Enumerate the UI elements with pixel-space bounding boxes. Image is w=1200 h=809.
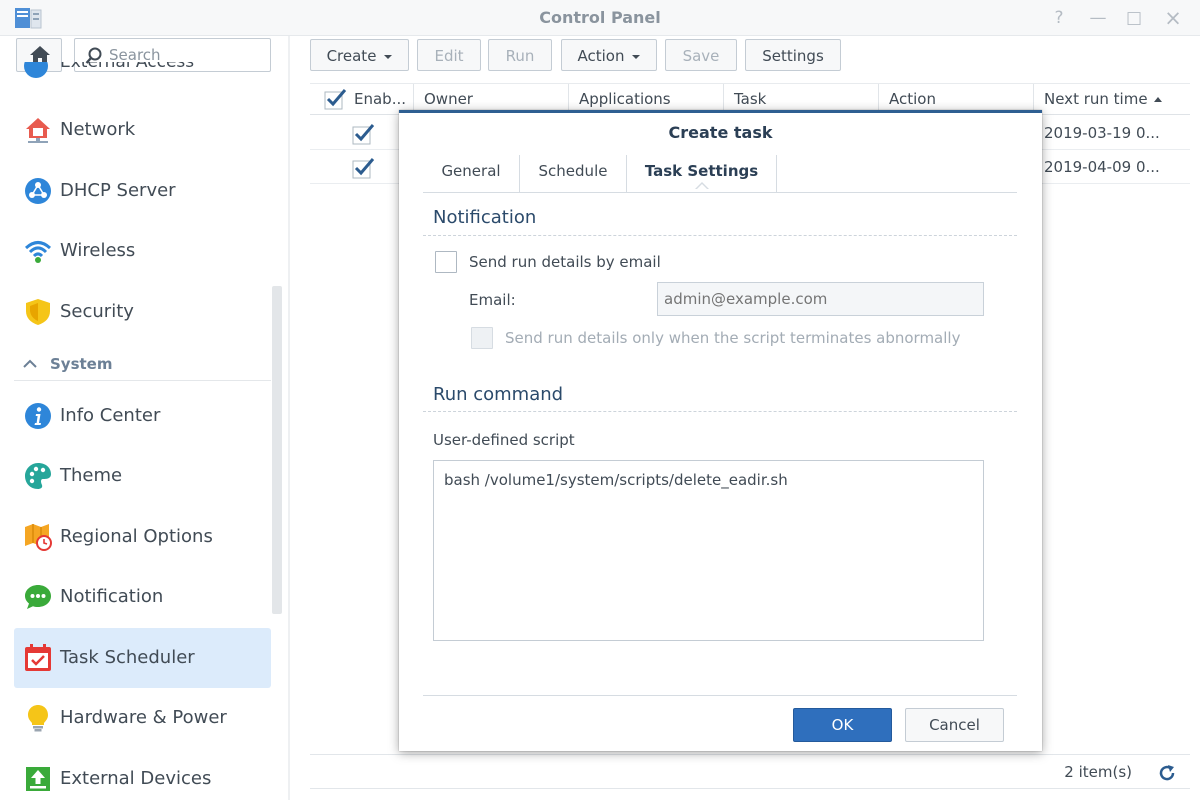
sort-ascending-icon: [1153, 97, 1162, 102]
sidebar-item-network[interactable]: Network: [14, 100, 271, 160]
settings-button[interactable]: Settings: [745, 39, 841, 71]
script-label: User-defined script: [433, 431, 575, 449]
sidebar-item-regional-options[interactable]: Regional Options: [14, 507, 271, 567]
run-command-section-rule: [423, 411, 1017, 412]
sidebar-item-label: Info Center: [60, 405, 161, 426]
active-tab-indicator-fill: [696, 184, 708, 190]
house-network-icon: [26, 118, 50, 143]
sidebar-item-label: Regional Options: [60, 526, 213, 547]
dialog-footer-rule: [423, 695, 1017, 696]
sidebar-item-label: Task Scheduler: [60, 647, 195, 668]
cancel-button[interactable]: Cancel: [905, 708, 1004, 742]
edit-button[interactable]: Edit: [417, 39, 481, 71]
sidebar-item-hardware-power[interactable]: Hardware & Power: [14, 688, 271, 748]
item-count: 2 item(s): [1064, 763, 1132, 781]
email-label: Email:: [469, 291, 516, 309]
title-bar: Control Panel ? — □ ×: [0, 0, 1200, 36]
maximize-button[interactable]: □: [1122, 6, 1146, 30]
chat-bubble-icon: [25, 585, 51, 609]
help-button[interactable]: ?: [1047, 6, 1071, 30]
minimize-button[interactable]: —: [1086, 6, 1110, 30]
ok-button[interactable]: OK: [793, 708, 892, 742]
tab-general[interactable]: General: [423, 155, 520, 192]
abnormal-only-label: Send run details only when the script te…: [505, 329, 961, 347]
section-header-system[interactable]: System: [14, 348, 271, 381]
sidebar-item-label: Network: [60, 119, 136, 140]
next-run-cell: 2019-03-19 0...: [1044, 124, 1160, 142]
next-run-cell: 2019-04-09 0...: [1044, 158, 1160, 176]
dialog-title: Create task: [668, 123, 773, 142]
section-label: System: [50, 355, 113, 373]
sidebar-item-external-devices[interactable]: External Devices: [14, 749, 271, 809]
action-button[interactable]: Action: [561, 39, 657, 71]
run-button[interactable]: Run: [488, 39, 552, 71]
sidebar-item-label: External Devices: [60, 768, 212, 789]
sidebar-item-label: Hardware & Power: [60, 707, 227, 728]
dialog-tabs: General Schedule Task Settings: [423, 155, 1017, 193]
window-title: Control Panel: [539, 8, 661, 27]
send-email-label: Send run details by email: [469, 253, 661, 271]
abnormal-only-checkbox[interactable]: [471, 327, 493, 349]
sidebar-item-wireless[interactable]: Wireless: [14, 221, 271, 281]
grid-footer: 2 item(s): [310, 754, 1190, 788]
upload-icon: [26, 767, 50, 791]
notification-section-rule: [423, 235, 1017, 236]
calendar-check-icon: [25, 644, 51, 671]
map-clock-icon: [25, 524, 52, 551]
send-email-checkbox[interactable]: [435, 251, 457, 273]
create-task-dialog: Create task General Schedule Task Settin…: [399, 110, 1042, 751]
script-textarea[interactable]: bash /volume1/system/scripts/delete_eadi…: [433, 460, 984, 641]
sidebar-item-notification[interactable]: Notification: [14, 567, 271, 627]
checkmark-icon: [324, 89, 347, 110]
email-field[interactable]: [657, 282, 984, 316]
globe-icon: [24, 62, 48, 78]
sidebar-item-label: Theme: [60, 465, 123, 486]
sidebar-item-label: External Access: [60, 62, 195, 72]
checkbox-checked-icon[interactable]: [352, 157, 376, 179]
close-button[interactable]: ×: [1161, 6, 1185, 30]
sidebar-item-label: Wireless: [60, 240, 136, 261]
run-command-section-title: Run command: [433, 384, 564, 405]
sidebar-item-theme[interactable]: Theme: [14, 446, 271, 506]
lightbulb-icon: [28, 705, 48, 732]
bottom-border: [310, 788, 1190, 789]
sidebar-item-task-scheduler[interactable]: Task Scheduler: [14, 628, 271, 688]
sidebar-scrollbar[interactable]: [272, 286, 282, 614]
refresh-icon[interactable]: [1158, 764, 1176, 782]
wifi-icon: [24, 241, 52, 263]
palette-icon: [25, 463, 51, 489]
sidebar-divider: [288, 36, 290, 800]
sidebar: External Access Network DHCP Server Wire: [0, 36, 290, 800]
caret-down-icon: [632, 54, 641, 59]
create-button[interactable]: Create: [310, 39, 409, 71]
create-button-label: Create: [326, 47, 377, 65]
chevron-up-icon: [23, 359, 37, 368]
sidebar-item-label: Security: [60, 301, 134, 322]
sidebar-item-dhcp-server[interactable]: DHCP Server: [14, 161, 271, 221]
sidebar-item-security[interactable]: Security: [14, 282, 271, 342]
column-label: Next run time: [1044, 90, 1148, 108]
sidebar-item-label: Notification: [60, 586, 164, 607]
shield-icon: [26, 299, 50, 325]
notification-section-title: Notification: [433, 207, 537, 228]
checkbox-checked-icon[interactable]: [352, 123, 376, 145]
column-next-run-time[interactable]: Next run time: [1034, 84, 1190, 115]
sidebar-item-label: DHCP Server: [60, 180, 176, 201]
info-icon: [25, 403, 51, 429]
dhcp-icon: [25, 178, 51, 204]
tab-schedule[interactable]: Schedule: [520, 155, 627, 192]
caret-down-icon: [384, 54, 393, 59]
sidebar-item-info-center[interactable]: Info Center: [14, 386, 271, 446]
action-button-label: Action: [577, 47, 625, 65]
save-button[interactable]: Save: [665, 39, 737, 71]
sidebar-item-external-access[interactable]: External Access: [22, 62, 272, 82]
